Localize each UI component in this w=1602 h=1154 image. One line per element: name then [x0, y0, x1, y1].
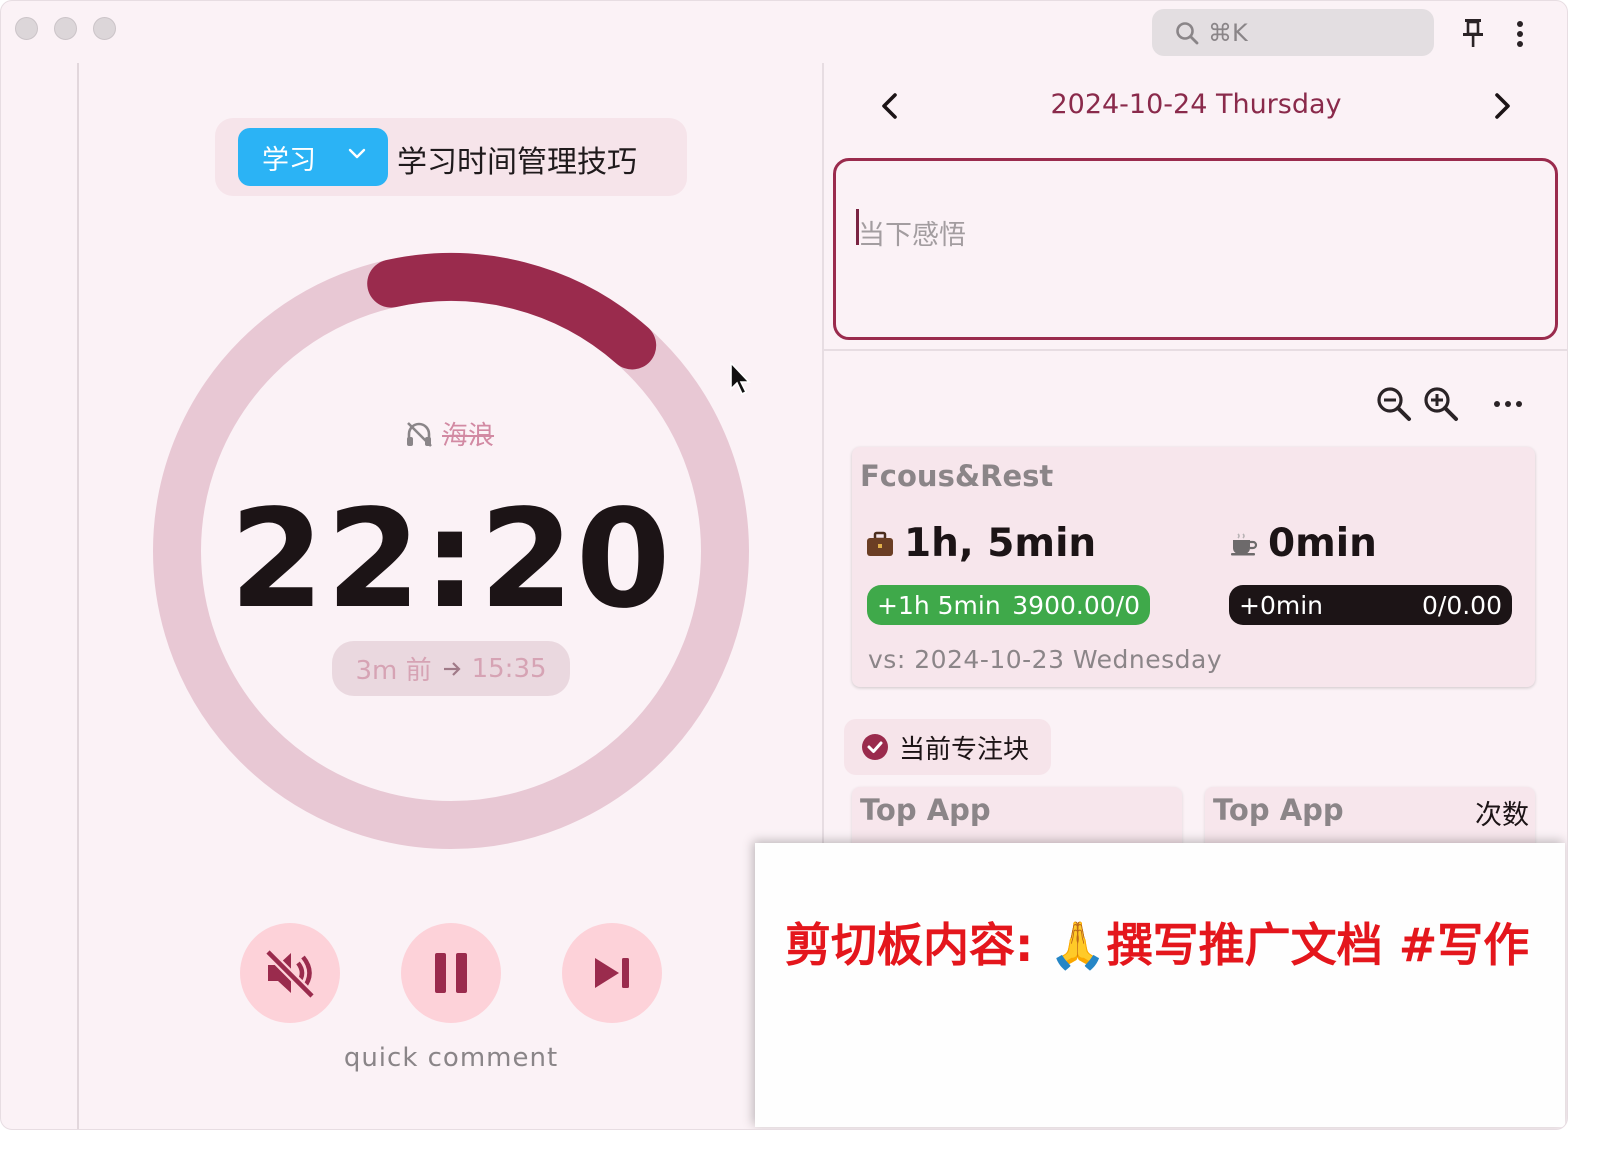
coffee-icon	[1231, 532, 1258, 555]
clipboard-popup: 剪切板内容: 🙏撰写推广文档 #写作	[755, 843, 1565, 1127]
reflection-input[interactable]: 当下感悟	[833, 158, 1558, 340]
volume-off-icon	[264, 948, 316, 999]
focus-total: 1h, 5min	[866, 521, 1096, 566]
close-window-button[interactable]	[15, 17, 38, 40]
compare-date: vs: 2024-10-23 Wednesday	[868, 645, 1223, 674]
sort-by-count[interactable]: 次数	[1475, 793, 1529, 832]
top-app-title: Top App	[860, 793, 991, 827]
mute-button[interactable]	[240, 923, 340, 1023]
chevron-right-icon[interactable]	[1489, 91, 1515, 121]
arrow-right-icon	[443, 661, 461, 676]
clipboard-text: 剪切板内容: 🙏撰写推广文档 #写作	[785, 918, 1530, 972]
rest-total-value: 0min	[1268, 521, 1377, 566]
focus-delta-badge: +1h 5min 3900.00/0	[867, 585, 1150, 625]
skip-next-icon	[595, 958, 629, 988]
app-window: ⌘K 学习 学习时间管理技巧 海浪 22:20 3m 前 15:35 quick…	[0, 0, 1568, 1130]
focus-ratio: 3900.00/0	[1012, 590, 1140, 620]
more-horizontal-icon[interactable]	[1493, 398, 1523, 410]
minimize-window-button[interactable]	[54, 17, 77, 40]
headphones-off-icon	[407, 421, 432, 447]
chevron-left-icon[interactable]	[877, 91, 903, 121]
panel-divider	[822, 63, 824, 853]
task-title[interactable]: 学习时间管理技巧	[397, 137, 637, 181]
date-title[interactable]: 2024-10-24 Thursday	[901, 89, 1491, 120]
category-label: 学习	[262, 144, 316, 176]
focus-total-value: 1h, 5min	[904, 521, 1097, 566]
countdown-display: 22:20	[229, 481, 673, 639]
quick-comment-link[interactable]: quick comment	[301, 1043, 601, 1073]
check-circle-icon	[862, 734, 888, 760]
sound-name: 海浪	[442, 421, 495, 451]
pause-icon	[435, 953, 467, 993]
top-app-title: Top App	[1213, 793, 1344, 827]
chevron-down-icon	[348, 148, 366, 159]
rest-total: 0min	[1230, 521, 1377, 566]
sidebar-divider	[77, 63, 79, 1129]
more-vert-icon[interactable]	[1509, 18, 1531, 50]
search-input[interactable]: ⌘K	[1152, 9, 1434, 56]
search-icon	[1176, 21, 1199, 44]
ambient-sound[interactable]: 海浪	[404, 415, 494, 452]
rest-delta-badge: +0min 0/0.00	[1229, 585, 1512, 625]
started-ago: 3m 前	[355, 656, 432, 686]
zoom-in-icon[interactable]	[1422, 385, 1460, 423]
pause-button[interactable]	[401, 923, 501, 1023]
rest-delta: +0min	[1239, 590, 1323, 620]
rest-ratio: 0/0.00	[1422, 590, 1502, 620]
end-time: 15:35	[471, 653, 547, 684]
window-controls	[15, 17, 116, 40]
current-block-chip[interactable]: 当前专注块	[844, 719, 1051, 775]
pin-icon[interactable]	[1459, 16, 1487, 50]
focus-delta: +1h 5min	[877, 590, 1001, 620]
current-block-label: 当前专注块	[899, 734, 1030, 765]
skip-button[interactable]	[562, 923, 662, 1023]
card-title: Fcous&Rest	[860, 459, 1054, 493]
mouse-cursor-icon	[730, 361, 751, 396]
category-dropdown[interactable]: 学习	[238, 128, 388, 186]
zoom-out-icon[interactable]	[1375, 385, 1413, 423]
reflection-placeholder: 当下感悟	[858, 220, 966, 251]
ring-progress	[367, 253, 657, 370]
search-shortcut: ⌘K	[1208, 18, 1248, 47]
zoom-window-button[interactable]	[93, 17, 116, 40]
session-time-chip: 3m 前 15:35	[332, 641, 570, 696]
briefcase-icon	[867, 531, 893, 556]
section-divider	[824, 349, 1567, 351]
focus-rest-card: Fcous&Rest 1h, 5min 0min +1h 5min 3900.0…	[852, 447, 1535, 687]
